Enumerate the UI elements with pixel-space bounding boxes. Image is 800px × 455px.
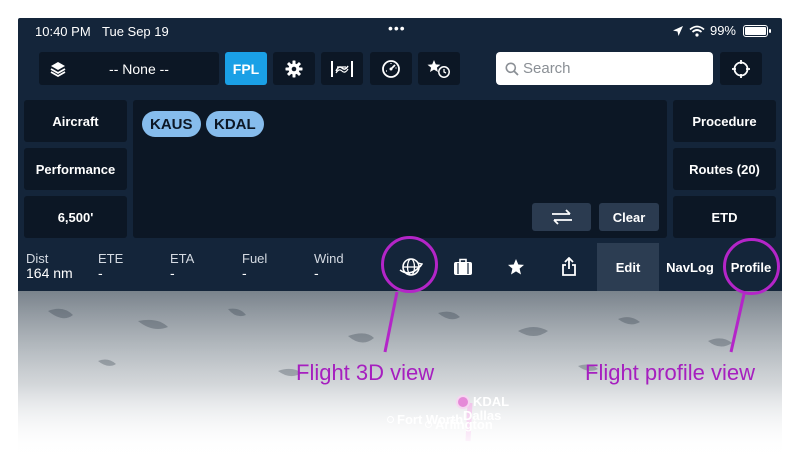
annotation-flight-3d-view: Flight 3D view [296,360,435,385]
annotation-lines [383,291,746,353]
annotation-flight-profile-view: Flight profile view [585,360,755,385]
